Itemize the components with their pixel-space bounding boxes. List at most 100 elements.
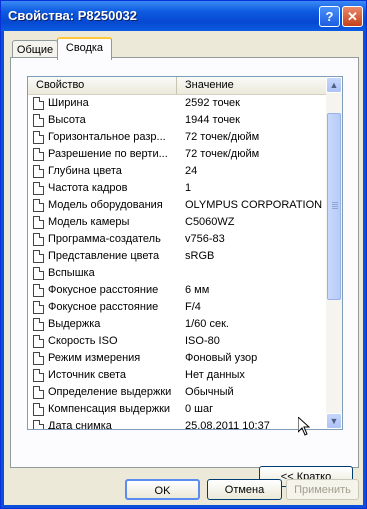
document-icon	[33, 148, 44, 161]
arrow-down-icon: ▼	[329, 416, 339, 426]
property-name: Высота	[48, 114, 86, 126]
list-item[interactable]: Источник света Нет данных	[28, 367, 326, 384]
property-value: 1944 точек	[185, 114, 240, 126]
list-item[interactable]: Разрешение по верти... 72 точек/дюйм	[28, 146, 326, 163]
property-value: OLYMPUS CORPORATION	[185, 199, 323, 211]
tab-summary[interactable]: Сводка	[57, 37, 112, 60]
property-name: Горизонтальное разр...	[48, 131, 166, 143]
grip-line	[332, 204, 338, 205]
help-button[interactable]: ?	[319, 6, 340, 27]
scroll-thumb[interactable]	[327, 113, 341, 300]
grip-line	[332, 208, 338, 209]
document-icon	[33, 114, 44, 127]
list-item[interactable]: Глубина цвета 24	[28, 163, 326, 180]
summary-panel: Свойство Значение Ширина 2592 точек Высота…	[10, 57, 359, 487]
property-value: 72 точек/дюйм	[185, 148, 260, 160]
dialog-body: Общие Сводка Свойство Значение Ширина 259…	[4, 31, 363, 505]
list-item[interactable]: Дата снимка 25.08.2011 10:37	[28, 418, 326, 430]
property-value: sRGB	[185, 250, 215, 262]
document-icon	[33, 386, 44, 399]
document-icon	[33, 131, 44, 144]
property-name: Разрешение по верти...	[48, 148, 168, 160]
property-value: F/4	[185, 301, 201, 313]
list-item[interactable]: Модель камеры C5060WZ	[28, 214, 326, 231]
list-header: Свойство Значение	[28, 77, 326, 95]
document-icon	[33, 216, 44, 229]
property-name: Фокусное расстояние	[48, 301, 159, 313]
property-name: Скорость ISO	[48, 335, 118, 347]
title-bar[interactable]: Свойства: P8250032 ? ✕	[1, 1, 366, 31]
list-item[interactable]: Скорость ISO ISO-80	[28, 333, 326, 350]
document-icon	[33, 369, 44, 382]
document-icon	[33, 301, 44, 314]
document-icon	[33, 318, 44, 331]
list-item[interactable]: Фокусное расстояние F/4	[28, 299, 326, 316]
grip-line	[332, 206, 338, 207]
ok-button[interactable]: OK	[125, 479, 200, 500]
scroll-up-button[interactable]: ▲	[326, 77, 342, 93]
property-name: Ширина	[48, 97, 89, 109]
property-value: 1	[185, 182, 192, 194]
list-item[interactable]: Программа-создатель v756-83	[28, 231, 326, 248]
list-item[interactable]: Фокусное расстояние 6 мм	[28, 282, 326, 299]
property-name: Компенсация выдержки	[48, 403, 171, 415]
list-item[interactable]: Определение выдержки Обычный	[28, 384, 326, 401]
list-item[interactable]: Горизонтальное разр... 72 точек/дюйм	[28, 129, 326, 146]
document-icon	[33, 267, 44, 280]
document-icon	[33, 165, 44, 178]
property-value: v756-83	[185, 233, 225, 245]
mouse-pointer-icon	[298, 417, 310, 436]
vertical-scrollbar[interactable]: ▲ ▼	[326, 77, 342, 429]
property-value: 2592 точек	[185, 97, 240, 109]
property-name: Дата снимка	[48, 420, 112, 430]
properties-list[interactable]: Свойство Значение Ширина 2592 точек Высота…	[27, 76, 343, 430]
column-header-property[interactable]: Свойство	[28, 77, 177, 94]
property-name: Определение выдержки	[48, 386, 172, 398]
arrow-up-icon: ▲	[329, 80, 339, 90]
close-button[interactable]: ✕	[342, 6, 363, 27]
apply-button[interactable]: Применить	[286, 479, 359, 500]
scroll-down-button[interactable]: ▼	[326, 413, 342, 429]
property-value: Обычный	[185, 386, 234, 398]
property-name: Модель оборудования	[48, 199, 163, 211]
list-item[interactable]: Режим измерения Фоновый узор	[28, 350, 326, 367]
document-icon	[33, 182, 44, 195]
list-item[interactable]: Высота 1944 точек	[28, 112, 326, 129]
property-name: Программа-создатель	[48, 233, 161, 245]
property-value: 24	[185, 165, 198, 177]
property-name: Выдержка	[48, 318, 101, 330]
document-icon	[33, 352, 44, 365]
list-item[interactable]: Компенсация выдержки 0 шаг	[28, 401, 326, 418]
document-icon	[33, 199, 44, 212]
list-item[interactable]: Вспышка	[28, 265, 326, 282]
property-name: Частота кадров	[48, 182, 128, 194]
list-item[interactable]: Модель оборудования OLYMPUS CORPORATION	[28, 197, 326, 214]
window-title: Свойства: P8250032	[8, 8, 138, 23]
property-name: Фокусное расстояние	[48, 284, 159, 296]
document-icon	[33, 403, 44, 416]
list-rows: Ширина 2592 точек Высота 1944 точек Горизонт…	[28, 95, 326, 430]
document-icon	[33, 97, 44, 110]
close-icon: ✕	[347, 9, 358, 24]
property-value: 1/60 сек.	[185, 318, 229, 330]
list-item[interactable]: Представление цвета sRGB	[28, 248, 326, 265]
list-item[interactable]: Выдержка 1/60 сек.	[28, 316, 326, 333]
document-icon	[33, 420, 44, 429]
document-icon	[33, 250, 44, 263]
property-value: 72 точек/дюйм	[185, 131, 260, 143]
list-item[interactable]: Ширина 2592 точек	[28, 95, 326, 112]
property-value: 6 мм	[185, 284, 210, 296]
cancel-button[interactable]: Отмена	[207, 479, 282, 500]
document-icon	[33, 335, 44, 348]
column-header-value[interactable]: Значение	[177, 77, 325, 94]
property-value: ISO-80	[185, 335, 220, 347]
grip-line	[332, 202, 338, 203]
property-value: 0 шаг	[185, 403, 214, 415]
list-item[interactable]: Частота кадров 1	[28, 180, 326, 197]
property-name: Вспышка	[48, 267, 95, 279]
help-icon: ?	[325, 9, 334, 24]
document-icon	[33, 233, 44, 246]
property-name: Источник света	[48, 369, 127, 381]
property-name: Глубина цвета	[48, 165, 122, 177]
property-name: Представление цвета	[48, 250, 160, 262]
